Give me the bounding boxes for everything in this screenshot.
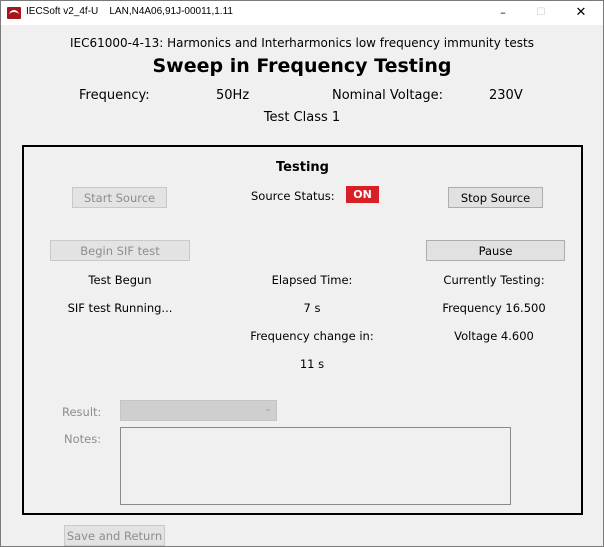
close-button[interactable]: ✕ bbox=[561, 1, 601, 25]
frequency-change-label: Frequency change in: bbox=[250, 329, 374, 343]
begin-sif-test-button[interactable]: Begin SIF test bbox=[50, 240, 190, 261]
chevron-down-icon: ⌄ bbox=[264, 404, 272, 414]
sif-status-text: SIF test Running... bbox=[67, 301, 173, 315]
window-title: IECSoft v2_4f-U LAN,N4A06,91J-00011,1.11 bbox=[26, 6, 233, 17]
current-frequency-value: Frequency 16.500 bbox=[442, 301, 546, 315]
nominal-voltage-value: 230V bbox=[489, 88, 523, 103]
page-subtitle: IEC61000-4-13: Harmonics and Interharmon… bbox=[70, 36, 534, 50]
elapsed-time-label: Elapsed Time: bbox=[271, 273, 353, 287]
source-status-label: Source Status: bbox=[251, 189, 335, 203]
source-status-badge: ON bbox=[346, 186, 379, 203]
frequency-value: 50Hz bbox=[216, 88, 250, 103]
notes-label: Notes: bbox=[64, 432, 102, 446]
result-dropdown[interactable]: ⌄ bbox=[120, 400, 277, 421]
maximize-button[interactable]: ☐ bbox=[521, 1, 561, 25]
nominal-voltage-label: Nominal Voltage: bbox=[332, 88, 444, 103]
app-window: IECSoft v2_4f-U LAN,N4A06,91J-00011,1.11… bbox=[0, 0, 604, 547]
frequency-label: Frequency: bbox=[79, 88, 150, 103]
title-bar[interactable]: IECSoft v2_4f-U LAN,N4A06,91J-00011,1.11… bbox=[1, 1, 603, 25]
app-logo-icon bbox=[7, 7, 21, 19]
currently-testing-label: Currently Testing: bbox=[443, 273, 545, 287]
test-class: Test Class 1 bbox=[263, 110, 341, 125]
testing-panel: Testing Start Source Source Status: ON S… bbox=[22, 145, 583, 515]
save-and-return-button[interactable]: Save and Return bbox=[64, 525, 165, 546]
test-begun-text: Test Begun bbox=[88, 273, 152, 287]
testing-heading: Testing bbox=[276, 160, 329, 175]
minimize-button[interactable]: – bbox=[483, 1, 523, 25]
elapsed-time-value: 7 s bbox=[303, 301, 321, 315]
pause-button[interactable]: Pause bbox=[426, 240, 565, 261]
start-source-button[interactable]: Start Source bbox=[72, 187, 167, 208]
notes-textarea[interactable] bbox=[120, 427, 511, 505]
stop-source-button[interactable]: Stop Source bbox=[448, 187, 543, 208]
frequency-change-value: 11 s bbox=[299, 357, 325, 371]
current-voltage-value: Voltage 4.600 bbox=[454, 329, 534, 343]
result-label: Result: bbox=[62, 405, 102, 419]
page-title: Sweep in Frequency Testing bbox=[152, 55, 452, 77]
